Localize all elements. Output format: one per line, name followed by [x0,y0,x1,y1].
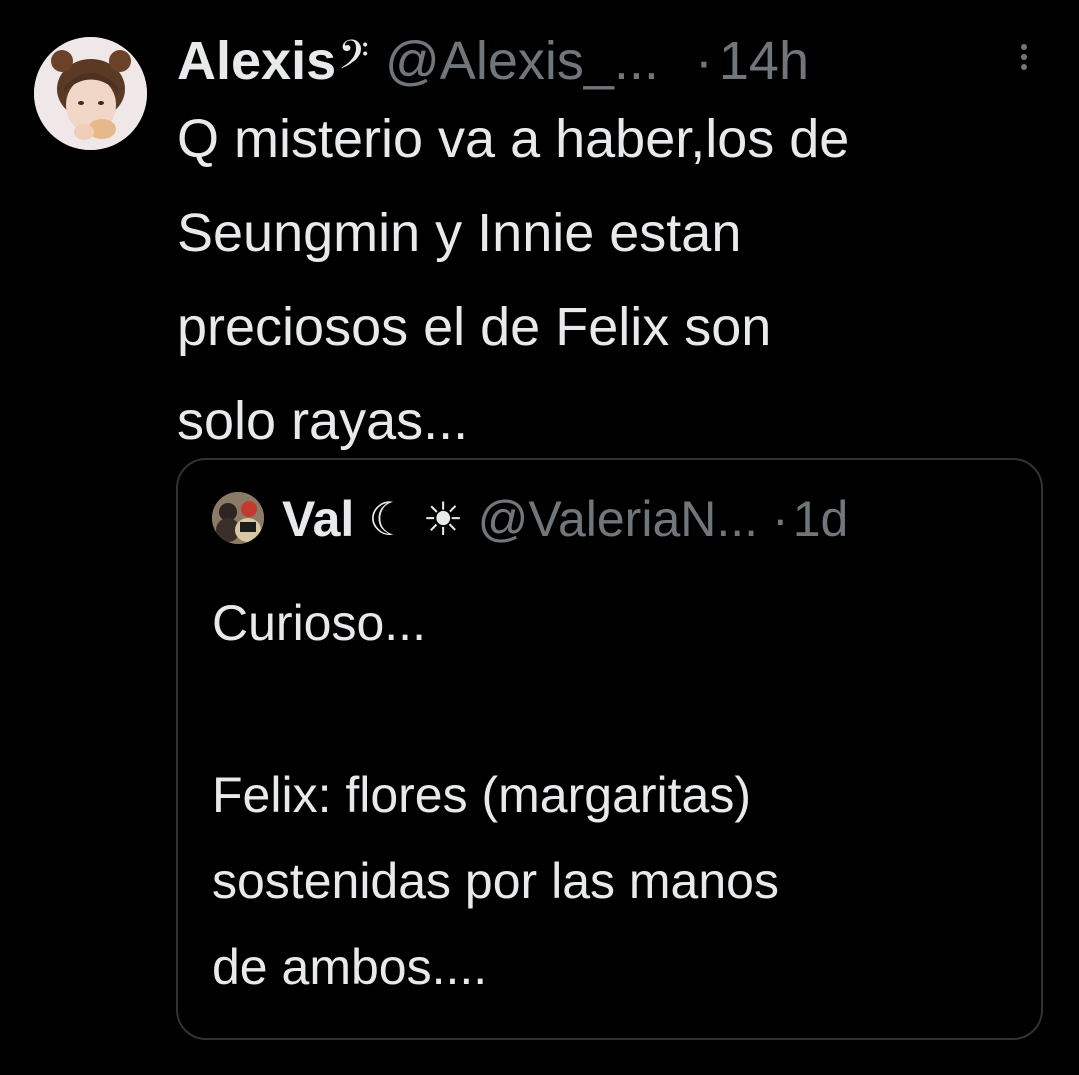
tweet-text: Q misterio va a haber,los de Seungmin y … [177,109,850,451]
quoted-tweet-header: Val ☾ ☀ @ValeriaN... · 1d [282,484,848,554]
quoted-name-decoration: ☾ ☀ [368,493,464,545]
tweet[interactable]: Alexis 𝄢 @Alexis_... · 14h Q misterio va… [0,0,1079,1075]
quoted-author-handle: @ValeriaN... [477,491,759,547]
more-vertical-icon[interactable] [1014,38,1034,78]
name-decoration: 𝄢 [338,34,369,87]
author-display-name[interactable]: Alexis [177,26,336,96]
quoted-separator-dot: · [772,491,789,547]
timestamp[interactable]: 14h [719,26,809,96]
quoted-avatar-image [212,492,264,544]
tweet-header: Alexis 𝄢 @Alexis_... · 14h [177,26,809,96]
quoted-tweet[interactable]: Val ☾ ☀ @ValeriaN... · 1d Curioso... Fel… [176,458,1043,1040]
quoted-profile-avatar[interactable] [212,492,264,544]
profile-avatar[interactable] [34,37,147,150]
author-handle[interactable]: @Alexis_... [385,26,659,96]
avatar-image [34,37,147,150]
quoted-tweet-text: Curioso... Felix: flores (margaritas) so… [212,595,779,995]
quoted-author-display-name: Val [282,491,355,547]
separator-dot: · [694,31,713,91]
quoted-timestamp: 1d [792,491,849,547]
